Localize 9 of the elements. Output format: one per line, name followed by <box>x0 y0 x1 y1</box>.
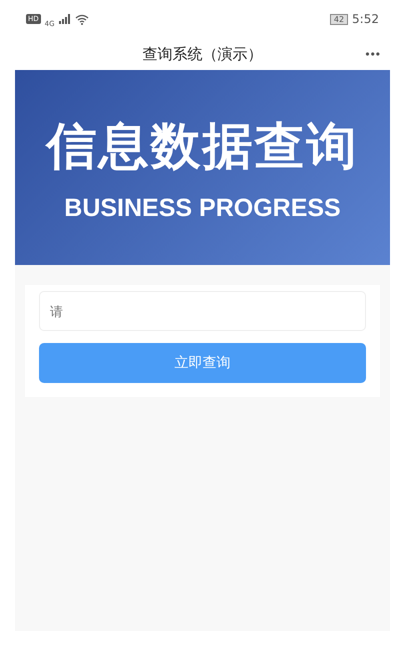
clock-time: 5:52 <box>352 12 379 26</box>
wifi-icon <box>74 14 89 24</box>
battery-icon: 42 <box>330 14 348 24</box>
signal-icon <box>58 14 71 24</box>
banner-subtitle: BUSINESS PROGRESS <box>64 194 341 222</box>
page-title: 查询系统（演示） <box>142 44 262 64</box>
search-field[interactable]: 请 <box>39 291 366 331</box>
more-button[interactable]: ••• <box>365 47 381 61</box>
banner-title: 信息数据查询 <box>46 116 358 176</box>
